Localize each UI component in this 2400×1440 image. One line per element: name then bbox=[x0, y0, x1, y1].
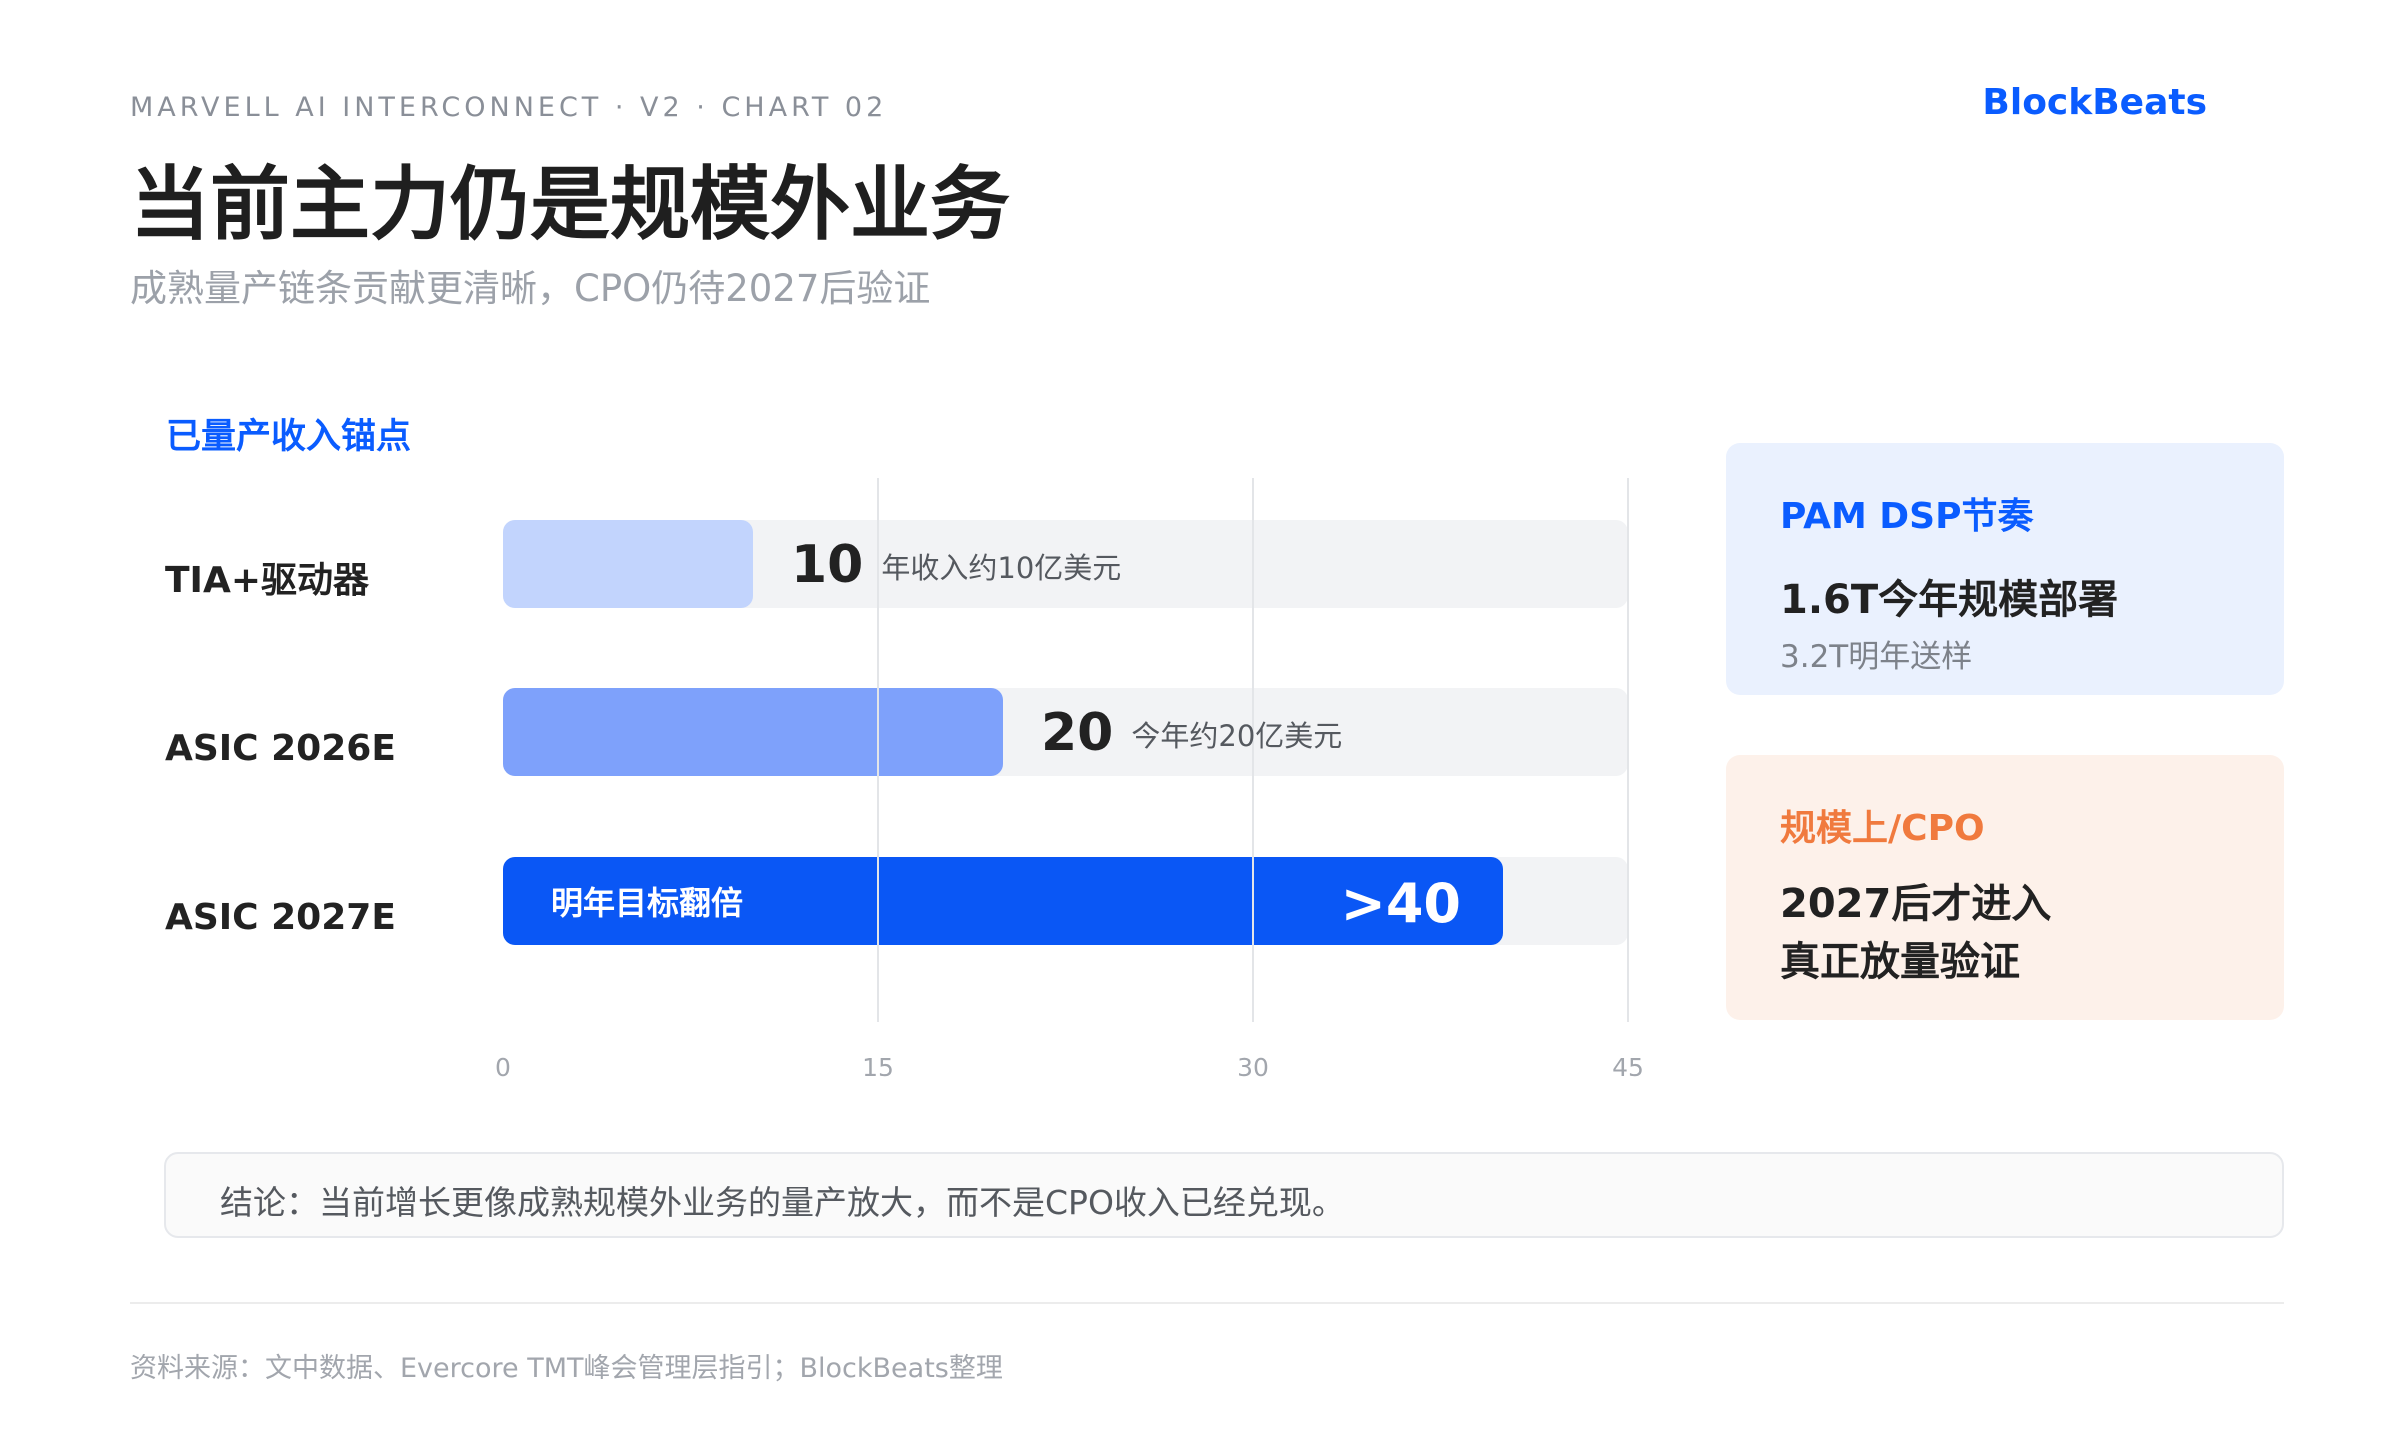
cpo-card-line-1: 2027后才进入 bbox=[1780, 881, 2052, 927]
cpo-card-main: 2027后才进入 真正放量验证 bbox=[1780, 875, 2051, 991]
bar-note: 今年约20亿美元 bbox=[1131, 719, 1342, 753]
category-label: ASIC 2027E bbox=[165, 897, 396, 938]
source-note: 资料来源：文中数据、Evercore TMT峰会管理层指引；BlockBeats… bbox=[130, 1353, 1003, 1384]
data-label: >40 bbox=[1341, 872, 1461, 935]
category-label: TIA+驱动器 bbox=[165, 560, 370, 601]
data-label: 10 bbox=[791, 535, 863, 595]
pam-dsp-card-sub: 3.2T明年送样 bbox=[1780, 639, 1973, 675]
x-tick-label: 15 bbox=[862, 1053, 894, 1082]
pam-dsp-card: PAM DSP节奏 1.6T今年规模部署 3.2T明年送样 bbox=[1726, 443, 2284, 695]
footer-divider bbox=[130, 1302, 2284, 1304]
pam-dsp-card-main: 1.6T今年规模部署 bbox=[1780, 577, 2119, 623]
cpo-card-title: 规模上/CPO bbox=[1780, 808, 1985, 849]
cpo-card: 规模上/CPO 2027后才进入 真正放量验证 bbox=[1726, 755, 2284, 1020]
data-label: 20 bbox=[1041, 703, 1113, 763]
bar bbox=[503, 688, 1003, 776]
x-tick-label: 0 bbox=[495, 1053, 511, 1082]
cpo-card-line-2: 真正放量验证 bbox=[1780, 939, 2020, 985]
bar-note: 年收入约10亿美元 bbox=[881, 551, 1121, 585]
conclusion-text: 结论：当前增长更像成熟规模外业务的量产放大，而不是CPO收入已经兑现。 bbox=[220, 1183, 1345, 1222]
pam-dsp-card-title: PAM DSP节奏 bbox=[1780, 496, 2034, 537]
bar-note: 明年目标翻倍 bbox=[551, 884, 743, 922]
category-label: ASIC 2026E bbox=[165, 728, 396, 769]
conclusion-box: 结论：当前增长更像成熟规模外业务的量产放大，而不是CPO收入已经兑现。 bbox=[164, 1152, 2284, 1238]
x-tick-label: 30 bbox=[1237, 1053, 1269, 1082]
x-tick-label: 45 bbox=[1612, 1053, 1644, 1082]
bar bbox=[503, 520, 753, 608]
